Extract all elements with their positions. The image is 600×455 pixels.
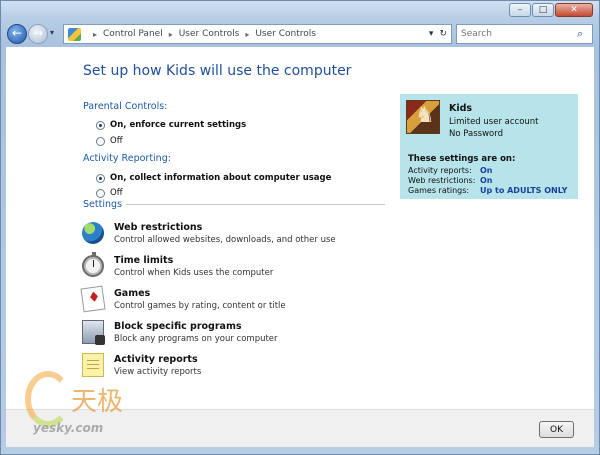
breadcrumb-separator-icon[interactable]: ▸ xyxy=(245,30,249,39)
chess-avatar-icon xyxy=(406,100,440,134)
forward-button[interactable]: → xyxy=(28,24,48,44)
summary-key: Games ratings: xyxy=(408,186,470,195)
summary-value: On xyxy=(480,166,493,175)
account-type: Limited user account xyxy=(449,117,539,127)
activity-on-label[interactable]: On, collect information about computer u… xyxy=(110,173,331,183)
window-controls: – □ ✕ xyxy=(509,3,593,17)
breadcrumb-parental-controls[interactable]: User Controls xyxy=(179,29,240,39)
search-input[interactable] xyxy=(456,24,593,44)
parental-on-radio[interactable]: On, enforce current settings xyxy=(96,120,246,130)
address-bar[interactable]: ▸ Control Panel ▸ User Controls ▸ User C… xyxy=(63,24,452,44)
content-pane: Set up how Kids will use the computer Pa… xyxy=(6,47,594,409)
close-button[interactable]: ✕ xyxy=(555,3,593,17)
settings-divider xyxy=(126,204,385,205)
breadcrumb-separator-icon[interactable]: ▸ xyxy=(169,30,173,39)
time-limits-title[interactable]: Time limits xyxy=(114,255,173,266)
block-programs-title[interactable]: Block specific programs xyxy=(114,321,242,332)
parental-controls-window: – □ ✕ ← → ▾ ▸ Control Panel ▸ User Contr… xyxy=(0,0,600,455)
ok-button[interactable]: OK xyxy=(539,421,574,438)
web-restrictions-link[interactable]: Web restrictions Control allowed website… xyxy=(82,221,382,251)
user-name: Kids xyxy=(449,103,473,114)
minimize-button[interactable]: – xyxy=(509,3,531,17)
summary-key: Web restrictions: xyxy=(408,176,476,185)
settings-label: Settings xyxy=(83,199,122,210)
blocked-program-icon[interactable] xyxy=(82,320,105,345)
globe-icon[interactable] xyxy=(82,222,104,244)
activity-off-label[interactable]: Off xyxy=(110,188,123,198)
web-restrictions-title[interactable]: Web restrictions xyxy=(114,222,202,233)
summary-value: Up to ADULTS ONLY xyxy=(480,186,568,195)
time-limits-link[interactable]: Time limits Control when Kids uses the c… xyxy=(82,252,382,284)
watermark-chinese-text: 天极 xyxy=(71,387,124,417)
password-status: No Password xyxy=(449,129,503,139)
summary-value: On xyxy=(480,176,493,185)
playing-cards-icon[interactable] xyxy=(80,285,106,313)
activity-off-radio[interactable]: Off xyxy=(96,188,123,198)
maximize-button[interactable]: □ xyxy=(532,3,554,17)
address-dropdown-icon[interactable]: ▾ xyxy=(429,29,434,39)
games-desc: Control games by rating, content or titl… xyxy=(114,301,286,311)
user-summary-panel: Kids Limited user account No Password Th… xyxy=(400,94,578,199)
activity-reporting-label: Activity Reporting: xyxy=(83,153,171,164)
activity-on-radio[interactable]: On, collect information about computer u… xyxy=(96,173,331,183)
parental-off-label[interactable]: Off xyxy=(110,136,123,146)
radio-unselected[interactable] xyxy=(96,188,105,198)
radio-selected[interactable] xyxy=(96,173,105,183)
back-button[interactable]: ← xyxy=(7,24,27,44)
recent-pages-dropdown-icon[interactable]: ▾ xyxy=(50,28,54,37)
parental-controls-label: Parental Controls: xyxy=(83,101,168,112)
refresh-icon[interactable]: ↻ xyxy=(439,29,447,39)
control-panel-icon xyxy=(68,27,81,41)
breadcrumb-separator-icon[interactable]: ▸ xyxy=(93,30,97,39)
web-restrictions-desc: Control allowed websites, downloads, and… xyxy=(114,235,336,245)
block-programs-desc: Block any programs on your computer xyxy=(114,334,278,344)
parental-on-label[interactable]: On, enforce current settings xyxy=(110,120,246,130)
breadcrumb-control-panel[interactable]: Control Panel xyxy=(103,29,163,39)
page-title: Set up how Kids will use the computer xyxy=(83,63,352,79)
radio-selected[interactable] xyxy=(96,120,105,130)
summary-key: Activity reports: xyxy=(408,166,472,175)
parental-off-radio[interactable]: Off xyxy=(96,136,123,146)
radio-unselected[interactable] xyxy=(96,136,105,146)
watermark-url: yesky.com xyxy=(33,421,104,435)
stopwatch-icon[interactable] xyxy=(82,252,104,277)
games-title[interactable]: Games xyxy=(114,288,150,299)
games-link[interactable]: Games Control games by rating, content o… xyxy=(80,285,382,317)
search-icon[interactable]: ⌕ xyxy=(577,27,583,41)
yesky-watermark-logo: 天极 yesky.com xyxy=(21,363,161,443)
settings-on-heading: These settings are on: xyxy=(408,154,516,164)
block-programs-link[interactable]: Block specific programs Block any progra… xyxy=(82,320,382,350)
time-limits-desc: Control when Kids uses the computer xyxy=(114,268,274,278)
breadcrumb-user-controls[interactable]: User Controls xyxy=(255,29,316,39)
watermark-swoosh-icon xyxy=(25,371,71,427)
